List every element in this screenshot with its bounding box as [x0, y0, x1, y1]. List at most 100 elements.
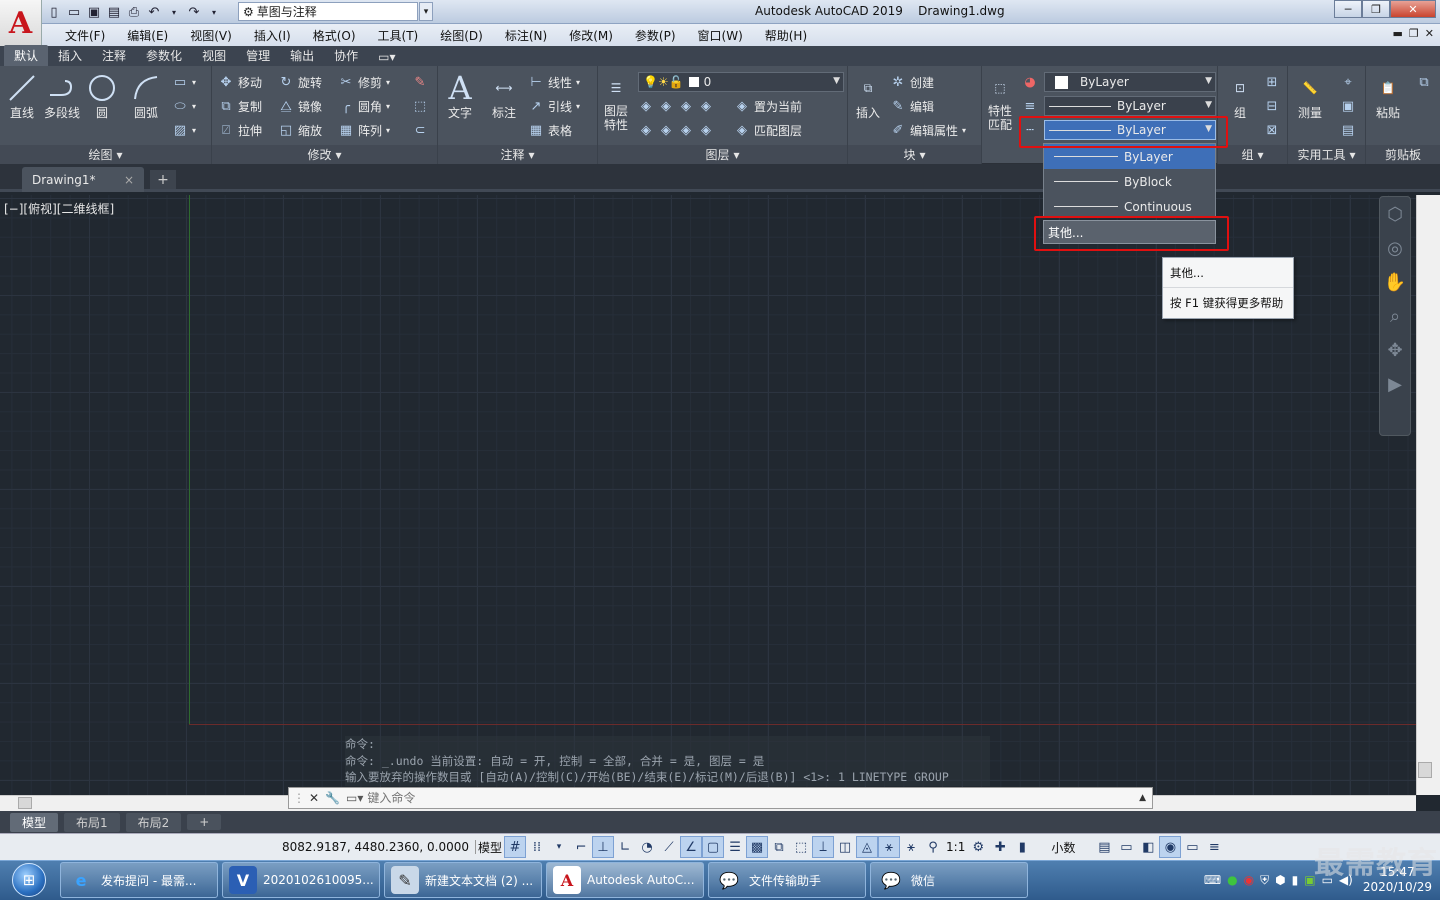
menu-modify[interactable]: 修改(M): [558, 27, 624, 44]
dimension-button[interactable]: ⟷ 标注: [488, 72, 520, 121]
customize-menu-icon[interactable]: ≡: [1203, 836, 1225, 858]
annotation-scale-value[interactable]: 1:1: [944, 836, 967, 858]
tab-insert[interactable]: 插入: [48, 45, 92, 66]
menu-file[interactable]: 文件(F): [54, 27, 116, 44]
orbit-icon[interactable]: ✥: [1380, 333, 1410, 367]
grid-icon[interactable]: #: [504, 836, 527, 858]
layer-properties-button[interactable]: ☰ 图层 特性: [600, 72, 632, 132]
draw-panel-title[interactable]: 绘图 ▾: [0, 145, 211, 164]
calculator-button[interactable]: ▤: [1340, 120, 1356, 140]
coordinates-readout[interactable]: 8082.9187, 4480.2360, 0.0000: [276, 840, 477, 854]
tab-annotate[interactable]: 注释: [92, 45, 136, 66]
selection-cycling-icon[interactable]: ⧉: [768, 836, 790, 858]
viewcube-icon[interactable]: ⬡: [1380, 197, 1410, 231]
block-panel-title[interactable]: 块 ▾: [848, 145, 981, 164]
erase-button[interactable]: ✎: [412, 72, 428, 92]
object-snap-icon[interactable]: ▢: [702, 836, 725, 858]
tooltip-menu-other[interactable]: 其他...: [1163, 258, 1293, 288]
rectangle-button[interactable]: ▭ ▾: [172, 72, 196, 92]
snap-icon[interactable]: ⁞⁞: [526, 836, 548, 858]
tab-layout2[interactable]: 布局2: [125, 812, 182, 832]
menu-draw[interactable]: 绘图(D): [429, 27, 494, 44]
tab-model[interactable]: 模型: [10, 812, 59, 832]
menu-help[interactable]: 帮助(H): [754, 27, 818, 44]
linear-dim-button[interactable]: ⊢ 线性 ▾: [528, 72, 580, 92]
hardware-acceleration-icon[interactable]: ◉: [1159, 836, 1182, 858]
dynamic-input-icon[interactable]: ⊥: [592, 836, 615, 858]
isodraft-icon[interactable]: ⟋: [658, 836, 680, 858]
workspace-switcher[interactable]: ⚙ 草图与注释: [238, 2, 418, 21]
security-icon[interactable]: ◉: [1244, 873, 1254, 887]
tab-output[interactable]: 输出: [280, 45, 324, 66]
taskbar-item-ie[interactable]: e 发布提问 - 最需...: [60, 862, 218, 898]
utilities-panel-title[interactable]: 实用工具 ▾: [1288, 145, 1365, 164]
taskbar-item-notepad[interactable]: ✎ 新建文本文档 (2) ...: [384, 862, 542, 898]
explode-button[interactable]: ⬚: [412, 96, 428, 116]
set-current-button[interactable]: ◈ 置为当前: [734, 96, 802, 116]
tab-collaborate[interactable]: 协作: [324, 45, 368, 66]
undo-dropdown-icon[interactable]: ▾: [166, 4, 182, 20]
tab-layout1[interactable]: 布局1: [64, 812, 120, 832]
print-icon[interactable]: ⎙: [126, 4, 142, 20]
ungroup-button[interactable]: ⊞: [1264, 72, 1280, 92]
rotate-button[interactable]: ↻ 旋转: [278, 72, 322, 92]
restore-button[interactable]: ❐: [1362, 0, 1390, 18]
match-properties-button[interactable]: ⬚ 特性 匹配: [984, 72, 1016, 132]
group-select-button[interactable]: ⊠: [1264, 120, 1280, 140]
3d-osnap-icon[interactable]: ⬚: [790, 836, 812, 858]
menu-parametric[interactable]: 参数(P): [624, 27, 687, 44]
pan-hand-icon[interactable]: ✋: [1380, 265, 1410, 299]
command-history-toggle-icon[interactable]: ▲: [1139, 793, 1146, 803]
taskbar-item-file-transfer[interactable]: 💬 文件传输助手: [708, 862, 866, 898]
menu-tools[interactable]: 工具(T): [367, 27, 430, 44]
viewport-controls[interactable]: [−][俯视][二维线框]: [4, 200, 114, 217]
annotation-monitor-icon[interactable]: ✚: [989, 836, 1011, 858]
horizontal-scroll-thumb[interactable]: [18, 797, 32, 809]
copy-clip-button[interactable]: ⧉: [1416, 72, 1432, 92]
menu-format[interactable]: 格式(O): [302, 27, 367, 44]
clean-screen-icon[interactable]: ▭: [1181, 836, 1203, 858]
shield-icon[interactable]: ⛨: [1260, 873, 1269, 888]
insert-block-button[interactable]: ⧉ 插入: [852, 72, 884, 121]
network-icon[interactable]: ▮: [1292, 873, 1299, 887]
match-layer-button[interactable]: ◈ 匹配图层: [734, 120, 802, 140]
menu-window[interactable]: 窗口(W): [687, 27, 754, 44]
close-button[interactable]: ✕: [1390, 0, 1436, 18]
tab-default[interactable]: 默认: [4, 45, 49, 66]
new-file-icon[interactable]: ▯: [46, 4, 62, 20]
menu-edit[interactable]: 编辑(E): [116, 27, 179, 44]
doc-minimize-icon[interactable]: ▬: [1393, 27, 1403, 40]
text-button[interactable]: A 文字: [444, 69, 476, 121]
selection-filter-icon[interactable]: ◫: [834, 836, 856, 858]
minimize-button[interactable]: ─: [1334, 0, 1362, 18]
dynamic-ucs-icon[interactable]: ⟘: [812, 836, 835, 858]
zoom-icon[interactable]: ⌕: [1380, 299, 1410, 333]
polyline-button[interactable]: 多段线: [44, 72, 80, 121]
vertical-scroll-thumb[interactable]: [1418, 762, 1432, 778]
group-panel-title[interactable]: 组 ▾: [1218, 145, 1287, 164]
new-tab-button[interactable]: +: [150, 170, 176, 189]
scale-button[interactable]: ◱ 缩放: [278, 120, 322, 140]
menu-dimension[interactable]: 标注(N): [494, 27, 558, 44]
wechat-tray-icon[interactable]: ●: [1227, 873, 1237, 887]
layers-panel-title[interactable]: 图层 ▾: [598, 145, 847, 164]
color-dropdown[interactable]: ByLayer ▼: [1044, 72, 1216, 92]
quick-properties-icon[interactable]: ▤: [1093, 836, 1115, 858]
group-button[interactable]: ⊡ 组: [1224, 72, 1256, 121]
table-button[interactable]: ▦ 表格: [528, 120, 572, 140]
offset-button[interactable]: ⊂: [412, 120, 428, 140]
ortho-icon[interactable]: ∟: [614, 836, 636, 858]
annotation-panel-title[interactable]: 注释 ▾: [438, 145, 597, 164]
taskbar-item-wechat[interactable]: 💬 微信: [870, 862, 1028, 898]
workspace-gear-icon[interactable]: ⚙: [967, 836, 989, 858]
vertical-scrollbar[interactable]: [1416, 195, 1440, 795]
taskbar-item-autocad[interactable]: A Autodesk AutoC...: [546, 862, 704, 898]
lineweight-icon-button[interactable]: ≡: [1022, 96, 1038, 116]
add-layout-icon[interactable]: +: [187, 814, 222, 830]
save-icon[interactable]: ▣: [86, 4, 102, 20]
taskbar-item-word[interactable]: V 2020102610095...: [222, 862, 380, 898]
edit-attributes-button[interactable]: ✐ 编辑属性 ▾: [890, 120, 966, 140]
array-button[interactable]: ▦ 阵列 ▾: [338, 120, 390, 140]
leader-button[interactable]: ↗ 引线 ▾: [528, 96, 580, 116]
open-file-icon[interactable]: ▭: [66, 4, 82, 20]
